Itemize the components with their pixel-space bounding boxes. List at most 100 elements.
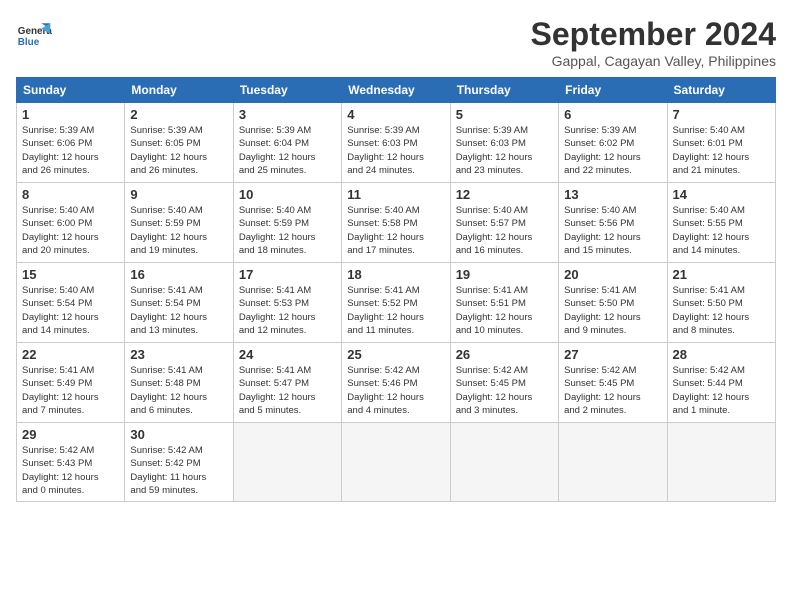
table-row: 1 Sunrise: 5:39 AMSunset: 6:06 PMDaylight… (17, 103, 125, 183)
day-number: 29 (22, 427, 119, 442)
day-detail: Sunrise: 5:42 AMSunset: 5:45 PMDaylight:… (564, 364, 661, 417)
table-row (342, 423, 450, 502)
table-row (233, 423, 341, 502)
calendar-header: Sunday Monday Tuesday Wednesday Thursday… (17, 78, 776, 103)
header-row: Sunday Monday Tuesday Wednesday Thursday… (17, 78, 776, 103)
day-detail: Sunrise: 5:39 AMSunset: 6:02 PMDaylight:… (564, 124, 661, 177)
calendar-table: Sunday Monday Tuesday Wednesday Thursday… (16, 77, 776, 502)
day-detail: Sunrise: 5:39 AMSunset: 6:05 PMDaylight:… (130, 124, 227, 177)
col-monday: Monday (125, 78, 233, 103)
table-row: 4 Sunrise: 5:39 AMSunset: 6:03 PMDaylight… (342, 103, 450, 183)
day-number: 23 (130, 347, 227, 362)
table-row: 27 Sunrise: 5:42 AMSunset: 5:45 PMDayligh… (559, 343, 667, 423)
table-row: 22 Sunrise: 5:41 AMSunset: 5:49 PMDayligh… (17, 343, 125, 423)
table-row: 20Sunrise: 5:41 AMSunset: 5:50 PMDayligh… (559, 263, 667, 343)
day-number: 11 (347, 187, 444, 202)
day-number: 10 (239, 187, 336, 202)
day-detail: Sunrise: 5:41 AMSunset: 5:53 PMDaylight:… (239, 284, 336, 337)
day-detail: Sunrise: 5:41 AMSunset: 5:50 PMDaylight:… (673, 284, 770, 337)
day-detail: Sunrise: 5:39 AMSunset: 6:06 PMDaylight:… (22, 124, 119, 177)
table-row: 16 Sunrise: 5:41 AMSunset: 5:54 PMDayligh… (125, 263, 233, 343)
col-thursday: Thursday (450, 78, 558, 103)
calendar-week-row: 22 Sunrise: 5:41 AMSunset: 5:49 PMDayligh… (17, 343, 776, 423)
table-row: 19 Sunrise: 5:41 AMSunset: 5:51 PMDayligh… (450, 263, 558, 343)
table-row: 8 Sunrise: 5:40 AMSunset: 6:00 PMDaylight… (17, 183, 125, 263)
day-detail: Sunrise: 5:41 AMSunset: 5:52 PMDaylight:… (347, 284, 444, 337)
table-row: 25 Sunrise: 5:42 AMSunset: 5:46 PMDayligh… (342, 343, 450, 423)
calendar-week-row: 15 Sunrise: 5:40 AMSunset: 5:54 PMDayligh… (17, 263, 776, 343)
day-detail: Sunrise: 5:40 AMSunset: 5:54 PMDaylight:… (22, 284, 119, 337)
day-detail: Sunrise: 5:40 AMSunset: 6:00 PMDaylight:… (22, 204, 119, 257)
table-row: 10 Sunrise: 5:40 AMSunset: 5:59 PMDayligh… (233, 183, 341, 263)
day-detail: Sunrise: 5:42 AMSunset: 5:46 PMDaylight:… (347, 364, 444, 417)
day-number: 20 (564, 267, 661, 282)
day-number: 25 (347, 347, 444, 362)
day-number: 8 (22, 187, 119, 202)
day-number: 12 (456, 187, 553, 202)
table-row: 9 Sunrise: 5:40 AMSunset: 5:59 PMDaylight… (125, 183, 233, 263)
calendar-week-row: 29 Sunrise: 5:42 AMSunset: 5:43 PMDayligh… (17, 423, 776, 502)
table-row: 21Sunrise: 5:41 AMSunset: 5:50 PMDayligh… (667, 263, 775, 343)
day-number: 13 (564, 187, 661, 202)
table-row: 11 Sunrise: 5:40 AMSunset: 5:58 PMDayligh… (342, 183, 450, 263)
day-detail: Sunrise: 5:40 AMSunset: 5:57 PMDaylight:… (456, 204, 553, 257)
calendar-body: 1 Sunrise: 5:39 AMSunset: 6:06 PMDaylight… (17, 103, 776, 502)
table-row: 18 Sunrise: 5:41 AMSunset: 5:52 PMDayligh… (342, 263, 450, 343)
day-number: 16 (130, 267, 227, 282)
day-detail: Sunrise: 5:42 AMSunset: 5:42 PMDaylight:… (130, 444, 227, 497)
day-detail: Sunrise: 5:39 AMSunset: 6:04 PMDaylight:… (239, 124, 336, 177)
day-detail: Sunrise: 5:40 AMSunset: 5:59 PMDaylight:… (130, 204, 227, 257)
logo-icon: General Blue (16, 16, 52, 52)
day-detail: Sunrise: 5:42 AMSunset: 5:43 PMDaylight:… (22, 444, 119, 497)
table-row: 3Sunrise: 5:39 AMSunset: 6:04 PMDaylight… (233, 103, 341, 183)
day-number: 7 (673, 107, 770, 122)
day-number: 28 (673, 347, 770, 362)
day-number: 2 (130, 107, 227, 122)
table-row: 26 Sunrise: 5:42 AMSunset: 5:45 PMDayligh… (450, 343, 558, 423)
day-detail: Sunrise: 5:42 AMSunset: 5:44 PMDaylight:… (673, 364, 770, 417)
table-row: 12 Sunrise: 5:40 AMSunset: 5:57 PMDayligh… (450, 183, 558, 263)
day-detail: Sunrise: 5:40 AMSunset: 5:55 PMDaylight:… (673, 204, 770, 257)
day-number: 4 (347, 107, 444, 122)
calendar-week-row: 1 Sunrise: 5:39 AMSunset: 6:06 PMDaylight… (17, 103, 776, 183)
calendar-week-row: 8 Sunrise: 5:40 AMSunset: 6:00 PMDaylight… (17, 183, 776, 263)
day-number: 9 (130, 187, 227, 202)
day-number: 19 (456, 267, 553, 282)
day-detail: Sunrise: 5:42 AMSunset: 5:45 PMDaylight:… (456, 364, 553, 417)
col-saturday: Saturday (667, 78, 775, 103)
col-sunday: Sunday (17, 78, 125, 103)
table-row: 30 Sunrise: 5:42 AMSunset: 5:42 PMDayligh… (125, 423, 233, 502)
day-detail: Sunrise: 5:40 AMSunset: 5:58 PMDaylight:… (347, 204, 444, 257)
day-number: 27 (564, 347, 661, 362)
table-row (667, 423, 775, 502)
day-number: 24 (239, 347, 336, 362)
table-row: 14Sunrise: 5:40 AMSunset: 5:55 PMDayligh… (667, 183, 775, 263)
day-number: 5 (456, 107, 553, 122)
table-row (450, 423, 558, 502)
day-number: 6 (564, 107, 661, 122)
col-friday: Friday (559, 78, 667, 103)
day-number: 1 (22, 107, 119, 122)
day-number: 17 (239, 267, 336, 282)
day-detail: Sunrise: 5:41 AMSunset: 5:54 PMDaylight:… (130, 284, 227, 337)
logo: General Blue (16, 16, 56, 52)
table-row: 24Sunrise: 5:41 AMSunset: 5:47 PMDayligh… (233, 343, 341, 423)
table-row: 13 Sunrise: 5:40 AMSunset: 5:56 PMDayligh… (559, 183, 667, 263)
day-number: 15 (22, 267, 119, 282)
day-number: 30 (130, 427, 227, 442)
month-title: September 2024 (531, 16, 776, 53)
col-tuesday: Tuesday (233, 78, 341, 103)
day-detail: Sunrise: 5:41 AMSunset: 5:51 PMDaylight:… (456, 284, 553, 337)
day-number: 22 (22, 347, 119, 362)
day-detail: Sunrise: 5:40 AMSunset: 5:56 PMDaylight:… (564, 204, 661, 257)
day-detail: Sunrise: 5:41 AMSunset: 5:49 PMDaylight:… (22, 364, 119, 417)
table-row: 6 Sunrise: 5:39 AMSunset: 6:02 PMDaylight… (559, 103, 667, 183)
table-row: 5 Sunrise: 5:39 AMSunset: 6:03 PMDaylight… (450, 103, 558, 183)
table-row (559, 423, 667, 502)
day-number: 26 (456, 347, 553, 362)
day-detail: Sunrise: 5:41 AMSunset: 5:48 PMDaylight:… (130, 364, 227, 417)
day-number: 18 (347, 267, 444, 282)
day-detail: Sunrise: 5:39 AMSunset: 6:03 PMDaylight:… (347, 124, 444, 177)
day-detail: Sunrise: 5:39 AMSunset: 6:03 PMDaylight:… (456, 124, 553, 177)
day-detail: Sunrise: 5:40 AMSunset: 5:59 PMDaylight:… (239, 204, 336, 257)
